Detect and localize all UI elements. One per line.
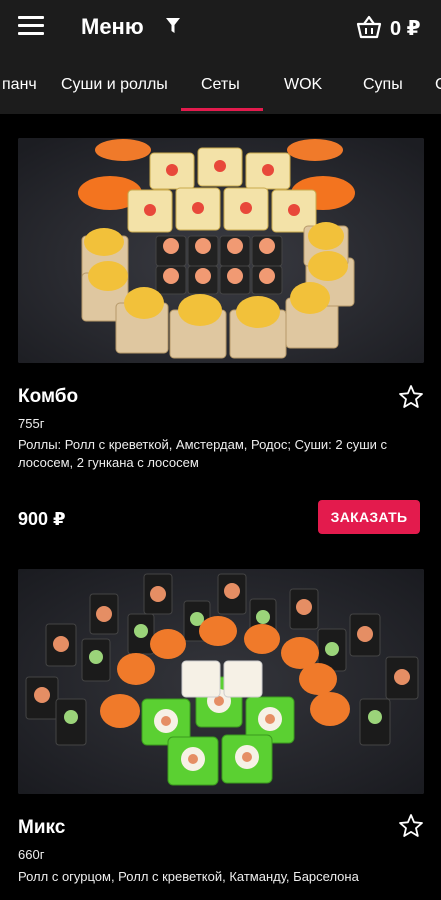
tab-next[interactable]: С — [435, 76, 441, 94]
product-price: 900 ₽ — [18, 509, 66, 529]
tab-lunch[interactable]: панч — [2, 76, 37, 94]
product-description: Роллы: Ролл с креветкой, Амстердам, Родо… — [18, 437, 388, 470]
page-title: Меню — [81, 14, 144, 39]
product-image[interactable] — [18, 569, 424, 794]
tab-sets[interactable]: Сеты — [201, 76, 240, 94]
tab-sushi-rolls[interactable]: Суши и роллы — [61, 76, 168, 94]
tab-wok[interactable]: WOK — [284, 76, 322, 94]
category-tabs: панч Суши и роллы Сеты WOK Супы С — [0, 56, 441, 114]
hamburger-menu-icon[interactable] — [18, 16, 44, 38]
cart-icon[interactable] — [356, 14, 382, 40]
cart-total[interactable]: 0 ₽ — [390, 16, 421, 41]
product-weight: 660г — [18, 847, 45, 862]
product-weight: 755г — [18, 416, 45, 431]
filter-icon[interactable] — [165, 17, 181, 35]
favorite-star-icon[interactable] — [398, 384, 424, 410]
tab-soups[interactable]: Супы — [363, 76, 403, 94]
active-tab-indicator — [181, 108, 263, 111]
favorite-star-icon[interactable] — [398, 813, 424, 839]
app-bar: Меню 0 ₽ — [0, 0, 441, 56]
product-name: Комбо — [18, 386, 79, 407]
product-description: Ролл с огурцом, Ролл с креветкой, Катман… — [18, 869, 359, 884]
product-name: Микс — [18, 817, 66, 838]
product-image[interactable] — [18, 138, 424, 363]
order-button[interactable]: ЗАКАЗАТЬ — [318, 500, 420, 534]
